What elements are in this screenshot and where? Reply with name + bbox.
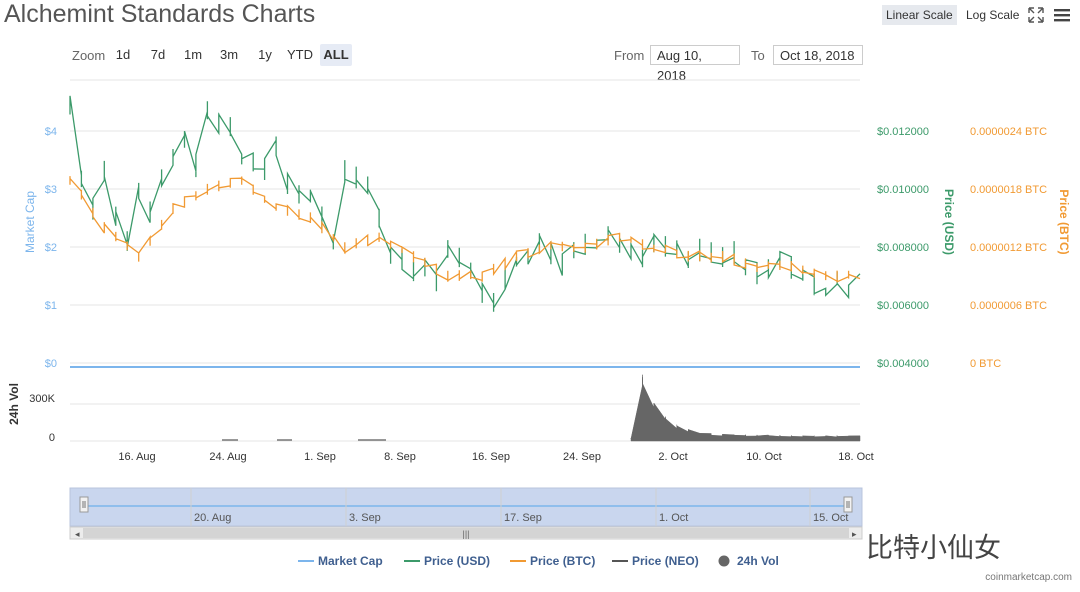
volume-tick-label: 0 [49,432,55,444]
navigator-tick-label: 15. Oct [813,512,848,524]
price-usd-tick-label: $0.008000 [877,242,929,254]
navigator-tick-label: 1. Oct [659,512,688,524]
x-tick-label: 1. Sep [304,451,336,463]
x-tick-label: 16. Aug [118,451,155,463]
price-usd-line [69,95,861,312]
scroll-right-arrow: ▸ [852,529,857,539]
x-tick-label: 8. Sep [384,451,416,463]
price-btc-tick-label: 0.0000024 BTC [970,126,1047,138]
price-usd-tick-label: $0.010000 [877,184,929,196]
legend-item-label: Market Cap [318,554,383,568]
navigator-handle [79,496,89,513]
market-cap-tick-label: $1 [45,300,57,312]
legend-item-label: 24h Vol [737,554,779,568]
x-tick-label: 16. Sep [472,451,510,463]
price-btc-tick-label: 0 BTC [970,358,1001,370]
legend-item-label: Price (NEO) [632,554,699,568]
navigator-tick-label: 17. Sep [504,512,542,524]
market-cap-tick-label: $4 [45,126,57,138]
volume-area [630,374,861,442]
price-btc-tick-label: 0.0000018 BTC [970,184,1047,196]
legend-swatch [718,555,730,567]
price-btc-tick-label: 0.0000006 BTC [970,300,1047,312]
market-cap-tick-label: $3 [45,184,57,196]
gridlines [70,79,860,442]
credit-text: coinmarketcap.com [985,572,1072,583]
price-btc-axis-title: Price (BTC) [1057,189,1071,254]
navigator-tick-label: 20. Aug [194,512,231,524]
watermark-text: 比特小仙女 [866,533,1001,564]
scrollbar-grip-icon: ||| [462,529,469,539]
x-tick-label: 18. Oct [838,451,873,463]
scroll-left-arrow: ◂ [75,529,80,539]
legend: Market Cap Price (USD) Price (BTC) Price (N… [298,554,779,568]
x-tick-label: 10. Oct [746,451,781,463]
market-cap-tick-label: $0 [45,358,57,370]
market-cap-tick-label: $2 [45,242,57,254]
volume-tick-label: 300K [29,393,55,405]
navigator-tick-label: 3. Sep [349,512,381,524]
navigator[interactable]: 20. Aug 3. Sep 17. Sep 1. Oct 15. Oct ◂ ▸ ||| [69,487,863,540]
price-btc-tick-label: 0.0000012 BTC [970,242,1047,254]
price-usd-tick-label: $0.006000 [877,300,929,312]
price-usd-tick-label: $0.004000 [877,358,929,370]
volume-axis-title: 24h Vol [7,383,21,425]
price-usd-axis-title: Price (USD) [942,189,956,255]
navigator-handle [843,496,853,513]
market-cap-axis-title: Market Cap [23,191,37,253]
price-usd-tick-label: $0.012000 [877,126,929,138]
x-tick-label: 24. Aug [209,451,246,463]
navigator-selection [69,487,863,527]
x-tick-label: 24. Sep [563,451,601,463]
legend-item-label: Price (BTC) [530,554,595,568]
series-layer [69,95,861,442]
legend-item-label: Price (USD) [424,554,490,568]
price-chart: $0 $1 $2 $3 $4 Market Cap $0.004000 $0.006000 $0… [7,79,1071,568]
x-tick-label: 2. Oct [658,451,687,463]
